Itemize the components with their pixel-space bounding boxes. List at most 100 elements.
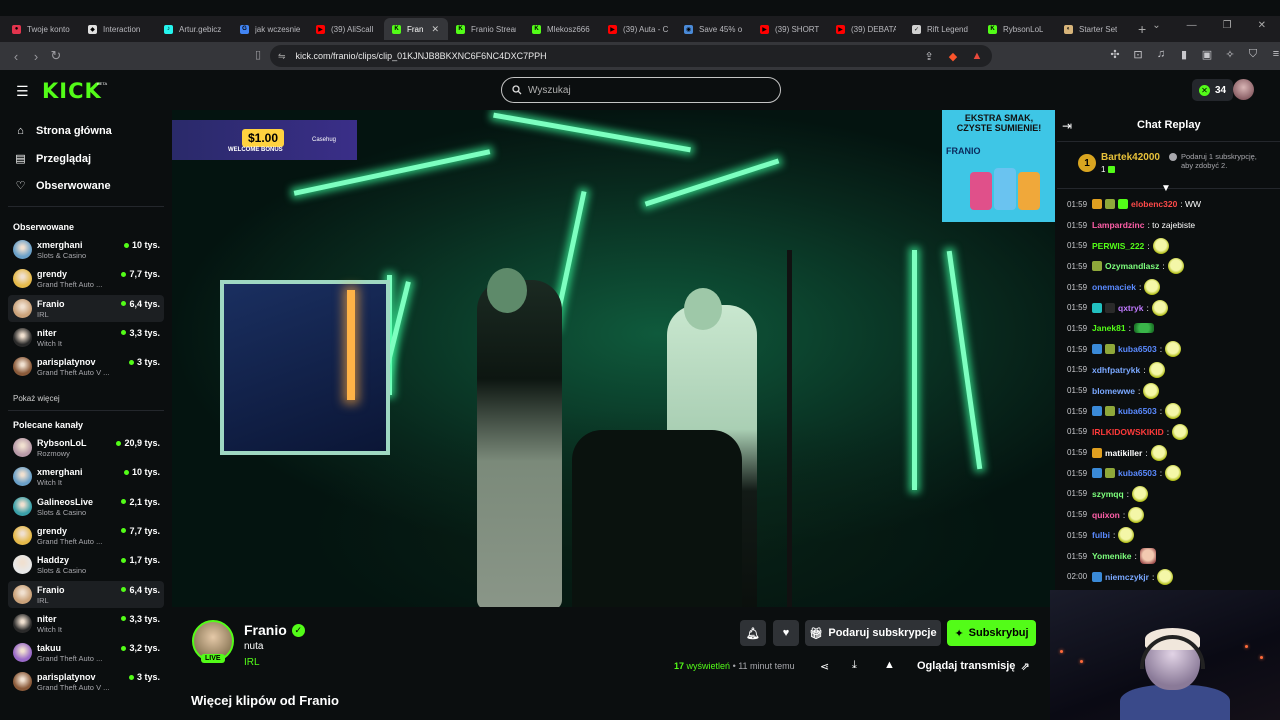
report-icon[interactable]: ▲ xyxy=(884,659,895,671)
dropdown-icon[interactable]: ⌄ xyxy=(1152,20,1160,31)
brave-shield-icon[interactable]: ◆ xyxy=(946,50,960,63)
emote-icon[interactable] xyxy=(1128,506,1145,523)
sidebar-channel-niter[interactable]: niter Witch It 3,3 tys. xyxy=(8,610,164,637)
gift-sub-button[interactable]: 🎁︎ Podaruj subskrypcje xyxy=(805,620,941,646)
bookmark-icon[interactable]: ▯ xyxy=(248,48,268,61)
close-icon[interactable]: ✕ xyxy=(1258,20,1266,31)
browser-tab[interactable]: Gjak wczesnie xyxy=(232,18,308,40)
message-username[interactable]: Janek81 xyxy=(1092,323,1126,333)
emote-icon[interactable] xyxy=(1165,403,1182,420)
user-avatar[interactable] xyxy=(1233,79,1254,100)
sponsor-ad-banner[interactable]: EKSTRA SMAK, CZYSTE SUMIENIE! FRANIO xyxy=(942,110,1055,222)
forward-icon[interactable]: › xyxy=(26,49,46,64)
tab-close-icon[interactable]: ✕ xyxy=(431,24,439,35)
browser-tab[interactable]: ♪ Artur.gebicz xyxy=(156,18,232,40)
sidebar-channel-parisplatynov[interactable]: parisplatynov Grand Theft Auto V ... 3 tys… xyxy=(8,668,164,695)
browser-tab[interactable]: ▶ (39) AliScall xyxy=(308,18,384,40)
message-username[interactable]: fulbi xyxy=(1092,530,1110,540)
sidebar-channel-parisplatynov[interactable]: parisplatynov Grand Theft Auto V ... 3 tys… xyxy=(8,353,164,380)
reload-icon[interactable]: ↻ xyxy=(46,48,66,64)
sidebar-channel-galineoslive[interactable]: GalineosLive Slots & Casino 2,1 tys. xyxy=(8,493,164,520)
emote-icon[interactable] xyxy=(1167,258,1184,275)
message-username[interactable]: onemaciek xyxy=(1092,282,1136,292)
browser-tab[interactable]: ◉ Save 45% o xyxy=(676,18,752,40)
search-input[interactable] xyxy=(528,84,758,96)
maximize-icon[interactable]: ❐ xyxy=(1223,20,1232,31)
emote-icon[interactable] xyxy=(1144,279,1161,296)
sidebar-channel-franio[interactable]: Franio IRL 6,4 tys. xyxy=(8,580,164,608)
browser-tab[interactable]: ● Twoje konto xyxy=(4,18,80,40)
top-gifter-name[interactable]: Bartek42000 xyxy=(1101,152,1160,163)
message-username[interactable]: Yomenike xyxy=(1092,551,1132,561)
kicks-balance[interactable]: ✕ 34 xyxy=(1192,79,1234,101)
kick-logo[interactable]: KICK xyxy=(42,79,102,103)
scroll-to-bottom-icon[interactable]: ▼ xyxy=(1161,183,1171,194)
message-username[interactable]: IRLKIDOWSKIKID xyxy=(1092,427,1164,437)
sidebar-channel-niter[interactable]: niter Witch It 3,3 tys. xyxy=(8,324,164,351)
browser-tab[interactable]: ▶ (39) Auta - C xyxy=(600,18,676,40)
browser-tab[interactable]: ▶ (39) SHORT xyxy=(752,18,828,40)
extensions-icon[interactable]: ✣ xyxy=(1108,48,1122,61)
browser-tab[interactable]: K Fran ✕ xyxy=(384,18,448,40)
emote-icon[interactable] xyxy=(1143,382,1160,399)
message-username[interactable]: kuba6503 xyxy=(1118,344,1157,354)
hamburger-menu-icon[interactable]: ☰ xyxy=(16,83,29,100)
minimize-icon[interactable]: — xyxy=(1187,20,1197,31)
message-username[interactable]: Ozymandlasz xyxy=(1105,261,1159,271)
browser-tab[interactable]: ▶ (39) DEBATA xyxy=(828,18,904,40)
follow-button[interactable]: ♥ xyxy=(773,620,799,646)
emote-icon[interactable] xyxy=(1139,548,1156,565)
emote-icon[interactable] xyxy=(1157,568,1174,585)
clip-category[interactable]: IRL xyxy=(244,657,260,668)
message-username[interactable]: szymqq xyxy=(1092,489,1124,499)
message-username[interactable]: PERWIS_222 xyxy=(1092,241,1144,251)
emote-icon[interactable] xyxy=(1133,323,1154,334)
nav-home[interactable]: ⌂ Strona główna xyxy=(14,125,112,137)
message-username[interactable]: kuba6503 xyxy=(1118,406,1157,416)
show-more-link[interactable]: Pokaż więcej xyxy=(13,394,60,403)
sidebar-channel-haddzy[interactable]: Haddzy Slots & Casino 1,7 tys. xyxy=(8,551,164,578)
streamer-name[interactable]: Franio ✓ xyxy=(244,622,305,638)
sidebar-channel-franio[interactable]: Franio IRL 6,4 tys. xyxy=(8,294,164,322)
sidebar-channel-xmerghani[interactable]: xmerghani Witch It 10 tys. xyxy=(8,463,164,490)
emote-icon[interactable] xyxy=(1132,485,1149,502)
browser-tab[interactable]: K RybsonLoL xyxy=(980,18,1056,40)
sidebar-channel-xmerghani[interactable]: xmerghani Slots & Casino 10 tys. xyxy=(8,236,164,263)
nav-following[interactable]: ♡ Obserwowane xyxy=(14,179,111,193)
share-page-icon[interactable]: ⇪ xyxy=(922,50,936,63)
browser-tab[interactable]: ◆ Interaction xyxy=(80,18,156,40)
gift-prompt[interactable]: Podaruj 1 subskrypcję, aby zdobyć 2. xyxy=(1169,152,1269,170)
vpn-icon[interactable]: ⛉ xyxy=(1246,48,1260,61)
sidebar-channel-takuu[interactable]: takuu Grand Theft Auto ... 3,2 tys. xyxy=(8,639,164,666)
browser-tab[interactable]: ◐ Starter Set xyxy=(1056,18,1132,40)
emote-icon[interactable] xyxy=(1148,361,1165,378)
emote-icon[interactable] xyxy=(1118,527,1135,544)
message-username[interactable]: blomewwe xyxy=(1092,386,1135,396)
emote-icon[interactable] xyxy=(1172,423,1189,440)
emote-icon[interactable] xyxy=(1151,299,1168,316)
media-icon[interactable]: ♫ xyxy=(1154,48,1168,61)
message-username[interactable]: elobenc320 xyxy=(1131,199,1177,209)
watch-stream-button[interactable]: Oglądaj transmisję ⇗ xyxy=(909,653,1038,679)
subscribe-button[interactable]: ✦ Subskrybuj xyxy=(947,620,1036,646)
browser-tab[interactable]: K Mlekosz666 xyxy=(524,18,600,40)
emote-icon[interactable] xyxy=(1152,237,1169,254)
address-bar[interactable]: ⇋ kick.com/franio/clips/clip_01KJNJB8BKX… xyxy=(270,45,992,67)
menu-icon[interactable]: ≡ xyxy=(1269,48,1280,61)
nav-browse[interactable]: ▤ Przeglądaj xyxy=(14,152,91,166)
sidebar-channel-grendy[interactable]: grendy Grand Theft Auto ... 7,7 tys. xyxy=(8,265,164,292)
tab-search-icon[interactable]: ⊡ xyxy=(1131,48,1145,61)
message-username[interactable]: qxtryk xyxy=(1118,303,1144,313)
search-bar[interactable] xyxy=(501,77,781,103)
back-icon[interactable]: ‹ xyxy=(6,49,26,64)
share-icon[interactable]: ⋖ xyxy=(820,660,829,673)
brave-rewards-icon[interactable]: ▲ xyxy=(970,50,984,62)
browser-tab[interactable]: ✓ Rift Legend xyxy=(904,18,980,40)
download-icon[interactable]: ⤓ xyxy=(852,659,857,672)
emote-icon[interactable] xyxy=(1165,465,1182,482)
message-username[interactable]: matikiller xyxy=(1105,448,1142,458)
collapse-chat-icon[interactable]: ⇥ xyxy=(1062,119,1072,133)
wallet-icon[interactable]: ▣ xyxy=(1200,48,1214,61)
sidebar-channel-grendy[interactable]: grendy Grand Theft Auto ... 7,7 tys. xyxy=(8,522,164,549)
message-username[interactable]: quixon xyxy=(1092,510,1120,520)
